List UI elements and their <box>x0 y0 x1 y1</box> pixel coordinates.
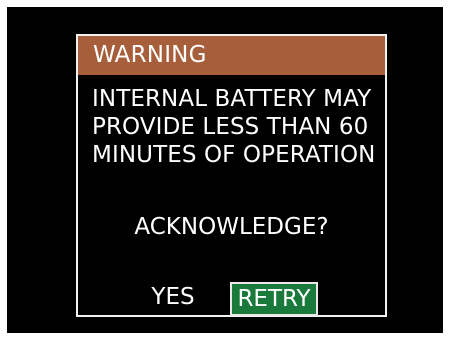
dialog-title: WARNING <box>93 42 207 68</box>
device-screen: WARNING INTERNAL BATTERY MAY PROVIDE LES… <box>7 7 443 333</box>
yes-button[interactable]: YES <box>140 282 206 316</box>
warning-dialog: WARNING INTERNAL BATTERY MAY PROVIDE LES… <box>76 34 387 317</box>
message-line-3: MINUTES OF OPERATION <box>92 142 376 168</box>
dialog-header: WARNING <box>78 36 385 75</box>
message-line-2: PROVIDE LESS THAN 60 <box>92 114 369 140</box>
message-line-1: INTERNAL BATTERY MAY <box>92 86 372 112</box>
warning-message: INTERNAL BATTERY MAY PROVIDE LESS THAN 6… <box>92 85 382 169</box>
retry-button[interactable]: RETRY <box>230 282 318 316</box>
acknowledge-prompt: ACKNOWLEDGE? <box>134 214 329 240</box>
